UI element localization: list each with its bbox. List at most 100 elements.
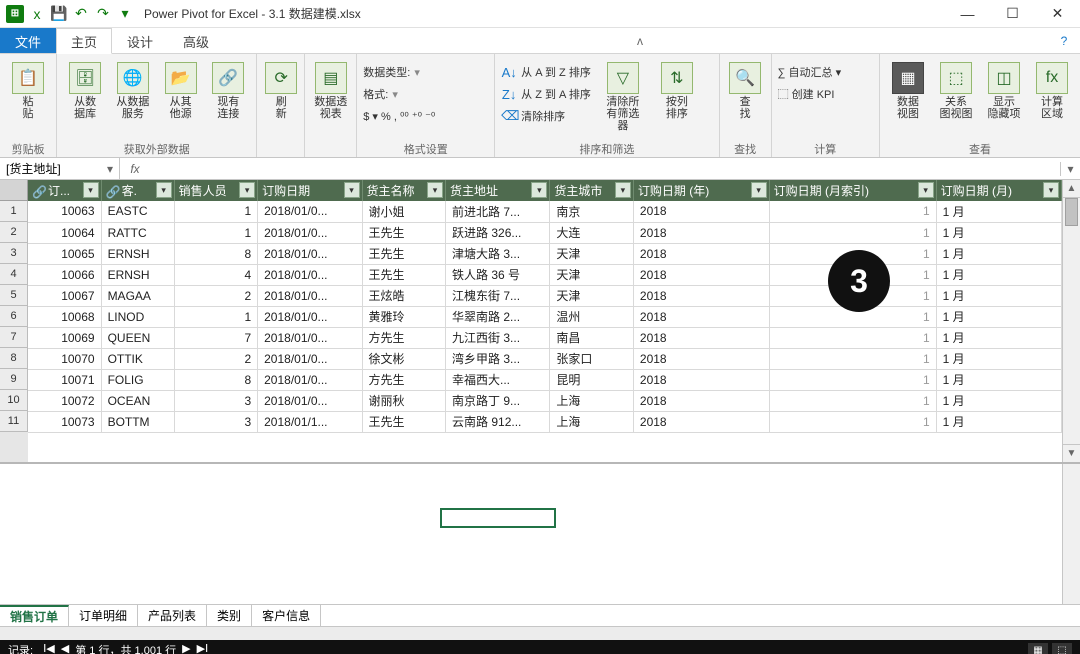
cell[interactable]: 王炫皓 bbox=[362, 285, 446, 306]
formula-input[interactable] bbox=[150, 158, 1060, 179]
cell[interactable]: 江槐东街 7... bbox=[446, 285, 550, 306]
cell[interactable]: ERNSH bbox=[101, 243, 174, 264]
tab-home[interactable]: 主页 bbox=[56, 28, 112, 54]
cell[interactable]: 1 bbox=[174, 222, 258, 243]
cell[interactable]: 1 bbox=[174, 201, 258, 222]
cell[interactable]: 2018/01/0... bbox=[258, 348, 362, 369]
tab-design[interactable]: 设计 bbox=[112, 28, 168, 53]
cell[interactable]: 方先生 bbox=[362, 327, 446, 348]
view-mode-diagram-icon[interactable]: ⬚ bbox=[1052, 643, 1072, 654]
cell[interactable]: 津塘大路 3... bbox=[446, 243, 550, 264]
table-row[interactable]: 10068LINOD12018/01/0...黄雅玲华翠南路 2...温州201… bbox=[28, 306, 1062, 327]
row-header[interactable]: 5 bbox=[0, 285, 28, 306]
table-row[interactable]: 10067MAGAA22018/01/0...王炫皓江槐东街 7...天津201… bbox=[28, 285, 1062, 306]
scroll-thumb[interactable] bbox=[1065, 198, 1078, 226]
nav-prev-icon[interactable]: ◀ bbox=[61, 642, 69, 654]
cell[interactable]: 1 bbox=[769, 411, 936, 432]
calc-area-button[interactable]: fx计算 区域 bbox=[1030, 60, 1074, 122]
data-view-button[interactable]: ▦数据 视图 bbox=[886, 60, 930, 122]
name-box[interactable]: [货主地址] ▾ bbox=[0, 158, 120, 179]
cell[interactable]: 南昌 bbox=[550, 327, 634, 348]
minimize-button[interactable]: — bbox=[945, 0, 990, 28]
cell[interactable]: QUEEN bbox=[101, 327, 174, 348]
cell[interactable]: ERNSH bbox=[101, 264, 174, 285]
filter-dropdown-icon[interactable]: ▾ bbox=[239, 182, 255, 198]
cell[interactable]: OCEAN bbox=[101, 390, 174, 411]
nav-next-icon[interactable]: ▶ bbox=[182, 642, 190, 654]
cell[interactable]: LINOD bbox=[101, 306, 174, 327]
save-icon[interactable]: 💾 bbox=[50, 5, 68, 23]
cell[interactable]: 1 bbox=[769, 369, 936, 390]
cell[interactable]: 1 月 bbox=[936, 306, 1061, 327]
row-header[interactable]: 6 bbox=[0, 306, 28, 327]
cell[interactable]: 黄雅玲 bbox=[362, 306, 446, 327]
cell[interactable]: 前进北路 7... bbox=[446, 201, 550, 222]
cell[interactable]: 2018/01/0... bbox=[258, 201, 362, 222]
cell[interactable]: 10071 bbox=[28, 369, 101, 390]
cell[interactable]: FOLIG bbox=[101, 369, 174, 390]
sort-by-col-button[interactable]: ⇅按列 排序 bbox=[655, 60, 699, 122]
tab-advanced[interactable]: 高级 bbox=[168, 28, 224, 53]
cell[interactable]: 1 月 bbox=[936, 327, 1061, 348]
cell[interactable]: 2018 bbox=[633, 306, 769, 327]
column-header[interactable]: 订购日期 (月)▾ bbox=[936, 180, 1061, 201]
autosum-button[interactable]: ∑ 自动汇总 ▾ bbox=[778, 62, 841, 82]
cell[interactable]: 2018 bbox=[633, 285, 769, 306]
filter-dropdown-icon[interactable]: ▾ bbox=[427, 182, 443, 198]
ribbon-collapse-icon[interactable]: ʌ bbox=[631, 28, 649, 53]
row-header[interactable]: 2 bbox=[0, 222, 28, 243]
cell[interactable]: 南京 bbox=[550, 201, 634, 222]
cell[interactable]: MAGAA bbox=[101, 285, 174, 306]
cell[interactable]: OTTIK bbox=[101, 348, 174, 369]
calc-area[interactable] bbox=[0, 462, 1080, 604]
cell[interactable]: 10063 bbox=[28, 201, 101, 222]
cell[interactable]: 王先生 bbox=[362, 222, 446, 243]
filter-dropdown-icon[interactable]: ▾ bbox=[344, 182, 360, 198]
cell[interactable]: 8 bbox=[174, 369, 258, 390]
table-row[interactable]: 10065ERNSH82018/01/0...王先生津塘大路 3...天津201… bbox=[28, 243, 1062, 264]
sheet-tab[interactable]: 订单明细 bbox=[69, 605, 138, 626]
cell[interactable]: 2018 bbox=[633, 201, 769, 222]
cell[interactable]: 3 bbox=[174, 390, 258, 411]
cell[interactable]: 九江西街 3... bbox=[446, 327, 550, 348]
cell[interactable]: 南京路丁 9... bbox=[446, 390, 550, 411]
column-header[interactable]: 销售人员▾ bbox=[174, 180, 258, 201]
filter-dropdown-icon[interactable]: ▾ bbox=[156, 182, 172, 198]
sort-az-button[interactable]: A↓从 A 到 Z 排序 bbox=[501, 62, 591, 82]
cell[interactable]: 10072 bbox=[28, 390, 101, 411]
sheet-tab[interactable]: 产品列表 bbox=[138, 605, 207, 626]
table-row[interactable]: 10071FOLIG82018/01/0...方先生幸福西大...昆明20181… bbox=[28, 369, 1062, 390]
scroll-down-icon[interactable]: ▼ bbox=[1063, 444, 1080, 462]
column-header[interactable]: 🔗客.▾ bbox=[101, 180, 174, 201]
cell[interactable]: RATTC bbox=[101, 222, 174, 243]
data-type-dropdown[interactable]: 数据类型:▾ bbox=[363, 62, 435, 82]
cell[interactable]: 1 月 bbox=[936, 264, 1061, 285]
cell[interactable]: 幸福西大... bbox=[446, 369, 550, 390]
cell[interactable]: 2018/01/0... bbox=[258, 243, 362, 264]
cell[interactable]: 10073 bbox=[28, 411, 101, 432]
cell[interactable]: 8 bbox=[174, 243, 258, 264]
cell[interactable]: BOTTM bbox=[101, 411, 174, 432]
help-icon[interactable]: ? bbox=[1056, 28, 1080, 53]
column-header[interactable]: 货主城市▾ bbox=[550, 180, 634, 201]
row-header[interactable]: 10 bbox=[0, 390, 28, 411]
table-row[interactable]: 10072OCEAN32018/01/0...谢丽秋南京路丁 9...上海201… bbox=[28, 390, 1062, 411]
cell[interactable]: 2018 bbox=[633, 411, 769, 432]
cell[interactable]: 铁人路 36 号 bbox=[446, 264, 550, 285]
cell[interactable]: 1 月 bbox=[936, 285, 1061, 306]
cell[interactable]: EASTC bbox=[101, 201, 174, 222]
pivot-button[interactable]: ▤数据透 视表 bbox=[311, 60, 350, 122]
cell[interactable]: 1 月 bbox=[936, 369, 1061, 390]
cell[interactable]: 10070 bbox=[28, 348, 101, 369]
cell[interactable]: 10066 bbox=[28, 264, 101, 285]
cell[interactable]: 2018 bbox=[633, 390, 769, 411]
filter-dropdown-icon[interactable]: ▾ bbox=[83, 182, 99, 198]
formula-expand-icon[interactable]: ▾ bbox=[1060, 162, 1080, 176]
cell[interactable]: 10068 bbox=[28, 306, 101, 327]
cell[interactable]: 2018/01/0... bbox=[258, 390, 362, 411]
diagram-view-button[interactable]: ⬚关系 图视图 bbox=[934, 60, 978, 122]
cell[interactable]: 10067 bbox=[28, 285, 101, 306]
cell[interactable]: 1 bbox=[769, 327, 936, 348]
filter-dropdown-icon[interactable]: ▾ bbox=[531, 182, 547, 198]
row-header[interactable]: 7 bbox=[0, 327, 28, 348]
